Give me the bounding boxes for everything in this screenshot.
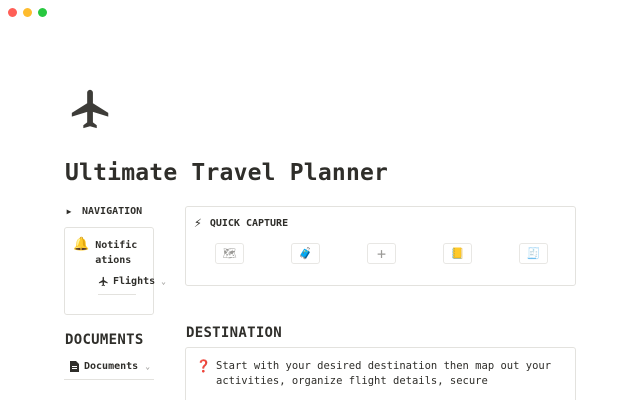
window-controls	[8, 8, 47, 17]
navigation-toggle[interactable]: ▶ NAVIGATION	[64, 206, 143, 217]
divider	[64, 379, 154, 380]
quick-capture-box: ⚡ QUICK CAPTURE 🗺 🧳 + 📒 🧾	[185, 206, 576, 286]
quick-capture-map-button[interactable]: 🗺	[215, 243, 244, 264]
map-icon: 🗺	[222, 247, 237, 260]
notebook-icon: 📒	[450, 247, 465, 260]
minimize-window-button[interactable]	[23, 8, 32, 17]
page-title: Ultimate Travel Planner	[65, 160, 389, 186]
destination-callout: ❓ Start with your desired destination th…	[185, 347, 576, 400]
airplane-icon[interactable]	[66, 86, 116, 132]
quick-capture-notebook-button[interactable]: 📒	[443, 243, 472, 264]
nav-item-notifications[interactable]: 🔔 Notifications	[73, 238, 143, 268]
chevron-down-icon[interactable]: ⌄	[145, 362, 150, 371]
suitcase-icon: 🧳	[298, 247, 313, 260]
nav-item-label: Flights	[113, 276, 156, 287]
quick-capture-title: QUICK CAPTURE	[209, 218, 289, 229]
destination-heading: DESTINATION	[186, 325, 283, 341]
documents-link-label: Documents	[84, 361, 139, 372]
lightning-icon: ⚡	[194, 216, 202, 231]
receipt-icon: 🧾	[526, 247, 541, 260]
divider	[98, 294, 136, 295]
nav-item-flights[interactable]: Flights ⌄	[98, 276, 166, 287]
quick-capture-suitcase-button[interactable]: 🧳	[291, 243, 320, 264]
quick-capture-header: ⚡ QUICK CAPTURE	[194, 216, 288, 231]
airplane-icon	[98, 276, 108, 287]
navigation-box: 🔔 Notifications Flights ⌄	[64, 227, 166, 315]
zoom-window-button[interactable]	[38, 8, 47, 17]
documents-link[interactable]: Documents ⌄	[70, 361, 150, 372]
question-icon: ❓	[196, 359, 211, 373]
chevron-down-icon[interactable]: ⌄	[161, 277, 166, 286]
documents-heading: DOCUMENTS	[65, 332, 144, 348]
navigation-label: NAVIGATION	[82, 206, 143, 217]
plus-icon: +	[376, 244, 387, 263]
triangle-right-icon: ▶	[66, 207, 72, 216]
document-icon	[70, 361, 79, 372]
close-window-button[interactable]	[8, 8, 17, 17]
nav-item-label: Notifications	[95, 240, 138, 266]
quick-capture-receipt-button[interactable]: 🧾	[519, 243, 548, 264]
callout-text: Start with your desired destination then…	[216, 360, 552, 387]
bell-icon: 🔔	[73, 237, 90, 252]
quick-capture-add-button[interactable]: +	[367, 243, 396, 264]
